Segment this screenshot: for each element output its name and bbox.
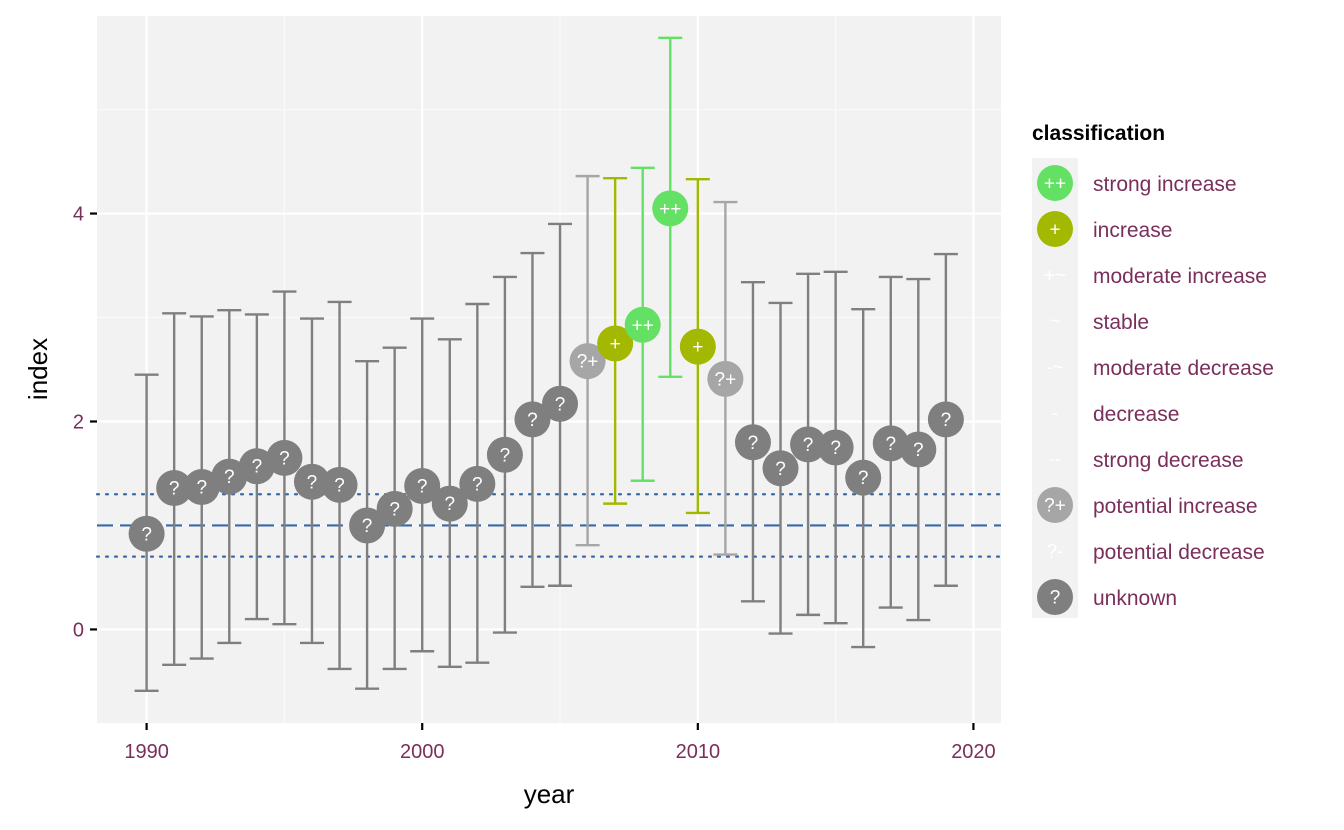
- data-point-label: ?: [830, 438, 841, 459]
- x-tick-label: 2000: [400, 741, 445, 763]
- legend-key-symbol: --: [1049, 450, 1062, 471]
- data-point-label: ?: [417, 476, 428, 497]
- legend-entry: ++ strong increase: [1037, 165, 1237, 201]
- x-tick-label: 2010: [676, 741, 721, 763]
- x-tick-label: 2020: [951, 741, 996, 763]
- data-point-label: ?: [141, 524, 152, 545]
- data-point-label: +: [692, 337, 703, 358]
- legend-label: potential decrease: [1093, 541, 1265, 564]
- data-point-label: ?: [196, 477, 207, 498]
- data-point-label: ?: [858, 468, 869, 489]
- legend-key-symbol: ?: [1050, 588, 1061, 609]
- y-tick-label: 2: [73, 411, 84, 433]
- legend-key-symbol: ?-: [1047, 542, 1064, 563]
- legend-entry: ? unknown: [1037, 579, 1177, 615]
- x-tick-label: 1990: [124, 741, 169, 763]
- legend-label: stable: [1093, 311, 1149, 334]
- data-point-label: ?: [224, 467, 235, 488]
- chart: ??????? ??????????+++++++?+???????? 1990 2…: [23, 16, 1274, 809]
- data-point-label: ?: [279, 448, 290, 469]
- legend-label: moderate increase: [1093, 265, 1267, 288]
- legend-entry: -~ moderate decrease: [1046, 357, 1274, 380]
- legend-label: strong increase: [1093, 173, 1237, 196]
- data-point-label: ?: [775, 459, 786, 480]
- data-point-label: ?: [748, 433, 759, 454]
- legend-key-symbol: ~: [1049, 312, 1060, 333]
- legend-entry: + increase: [1037, 211, 1172, 247]
- legend-title: classification: [1032, 122, 1165, 145]
- data-point-label: ?: [941, 410, 952, 431]
- data-point-label: ?: [555, 394, 566, 415]
- plot-panel: [97, 16, 1001, 723]
- legend-entry: ?- potential decrease: [1047, 541, 1265, 564]
- x-axis-title: year: [524, 779, 575, 809]
- legend-label: decrease: [1093, 403, 1179, 426]
- data-point-label: ?: [803, 435, 814, 456]
- y-tick-label: 4: [73, 204, 84, 226]
- data-point-label: ++: [632, 315, 654, 336]
- data-point-label: ?: [334, 475, 345, 496]
- data-point-label: ?: [913, 440, 924, 461]
- data-point-label: ?: [169, 479, 180, 500]
- data-point-label: ++: [659, 199, 681, 220]
- legend-key-symbol: ?+: [1044, 496, 1066, 517]
- legend-label: unknown: [1093, 587, 1177, 610]
- data-point-label: ?: [527, 410, 538, 431]
- data-point-label: ?: [444, 494, 455, 515]
- data-point-label: ?: [472, 474, 483, 495]
- data-point-label: ?: [307, 472, 318, 493]
- legend-label: moderate decrease: [1093, 357, 1274, 380]
- legend-label: potential increase: [1093, 495, 1258, 518]
- y-tick-label: 0: [73, 619, 84, 641]
- legend-label: strong decrease: [1093, 449, 1244, 472]
- data-point-label: ?: [252, 457, 263, 478]
- legend-key-symbol: -~: [1046, 358, 1063, 379]
- legend-key-symbol: +: [1049, 220, 1060, 241]
- legend-key-symbol: ++: [1044, 174, 1066, 195]
- y-axis-title: index: [23, 338, 53, 400]
- data-point-label: ?: [500, 445, 511, 466]
- legend-key-symbol: -: [1052, 404, 1058, 425]
- legend: classification ++ strong increase + increas…: [1032, 122, 1274, 618]
- data-point-label: ?+: [715, 369, 737, 390]
- legend-label: increase: [1093, 219, 1172, 242]
- data-point-label: ?+: [577, 352, 599, 373]
- data-point-label: ?: [362, 516, 373, 537]
- data-point-label: +: [610, 334, 621, 355]
- data-point-label: ?: [389, 499, 400, 520]
- legend-key-symbol: +~: [1044, 266, 1066, 287]
- data-point-label: ?: [885, 434, 896, 455]
